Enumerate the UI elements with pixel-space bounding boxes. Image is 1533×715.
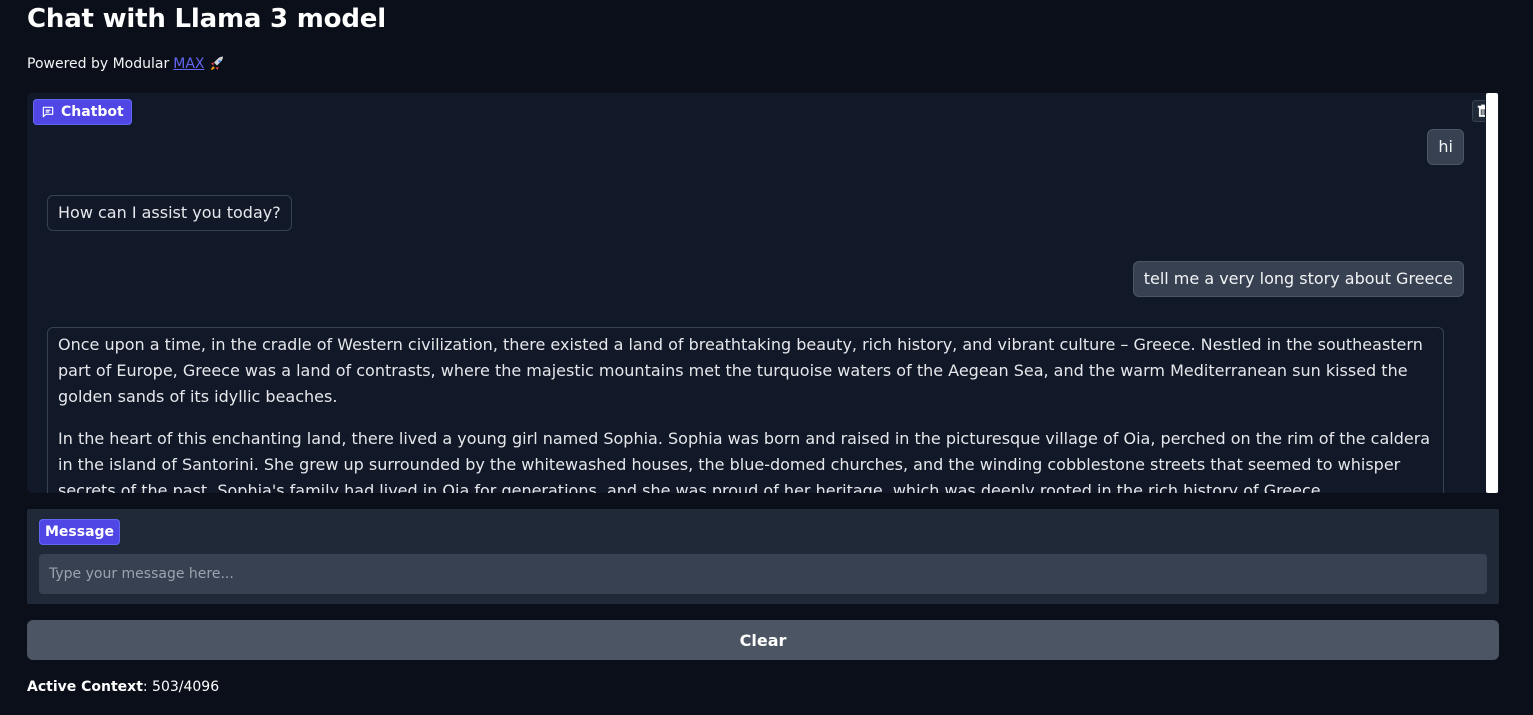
chatbot-label: Chatbot	[33, 99, 132, 125]
story-paragraph: Once upon a time, in the cradle of Weste…	[58, 335, 1423, 406]
rocket-icon	[211, 56, 224, 70]
chatbot-panel: Chatbot hi How can I assist you today? t…	[27, 93, 1499, 493]
active-context: Active Context: 503/4096	[27, 679, 219, 695]
context-label: Active Context	[27, 679, 143, 695]
subtitle-text: Powered by Modular	[27, 56, 170, 72]
context-value: : 503/4096	[142, 679, 220, 695]
user-message: tell me a very long story about Greece	[1132, 261, 1464, 297]
message-label: Message	[39, 519, 121, 545]
page-title: Chat with Llama 3 model	[27, 4, 386, 34]
assistant-message: How can I assist you today?	[47, 195, 292, 231]
user-message: hi	[1427, 129, 1464, 165]
message-input[interactable]	[39, 554, 1487, 594]
max-link[interactable]: MAX	[173, 56, 204, 72]
message-panel: Message	[27, 509, 1499, 604]
chatbot-label-text: Chatbot	[61, 103, 124, 120]
chat-scrollbar[interactable]	[1485, 93, 1499, 493]
app-page: Chat with Llama 3 model Powered by Modul…	[0, 0, 1533, 715]
clear-button[interactable]: Clear	[27, 620, 1499, 660]
assistant-message-long: Once upon a time, in the cradle of Weste…	[47, 327, 1444, 493]
story-paragraph: In the heart of this enchanting land, th…	[58, 429, 1431, 493]
subtitle: Powered by Modular MAX	[27, 55, 226, 73]
chat-scrollbar-thumb[interactable]	[1486, 93, 1498, 493]
chat-bubble-icon	[42, 106, 54, 117]
